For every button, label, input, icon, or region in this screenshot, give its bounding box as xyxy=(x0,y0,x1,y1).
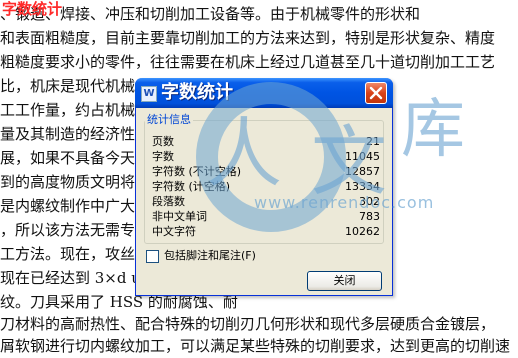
stat-label: 段落数 xyxy=(152,195,185,208)
stat-row-pages: 页数 21 xyxy=(152,135,380,148)
stat-row-chars-no-spaces: 字符数 (不计空格) 12857 xyxy=(152,165,380,178)
doc-line: 和表面粗糙度，目前主要靠切削加工的方法来达到，特别是形状复杂、精度 xyxy=(0,29,496,47)
stat-label: 字符数 (不计空格) xyxy=(152,165,242,178)
stat-label: 字符数 (计空格) xyxy=(152,180,231,193)
stat-row-words: 字数 11045 xyxy=(152,150,380,163)
stat-row-paragraphs: 段落数 302 xyxy=(152,195,380,208)
top-label: 字数统计 xyxy=(2,0,63,18)
stat-value: 13334 xyxy=(345,180,380,193)
word-count-dialog: W 字数统计 统计信息 页数 21 字数 11045 字符数 (不计空格) 12… xyxy=(135,78,393,296)
statistics-group: 统计信息 页数 21 字数 11045 字符数 (不计空格) 12857 字符数… xyxy=(144,113,384,244)
doc-line: 、锻造、焊接、冲压和切削加工设备等。由于机械零件的形状和 xyxy=(0,5,421,23)
stat-row-non-chinese-words: 非中文单词 783 xyxy=(152,210,380,223)
word-document-icon: W xyxy=(141,86,157,102)
close-button[interactable]: 关闭 xyxy=(307,271,382,291)
stat-value: 10262 xyxy=(345,225,380,238)
stat-value: 302 xyxy=(359,195,380,208)
include-footnotes-checkbox[interactable] xyxy=(146,250,159,263)
include-footnotes-label[interactable]: 包括脚注和尾注(F) xyxy=(164,249,256,263)
doc-line: 粗糙度要求小的零件，往往需要在机床上经过几道甚至几十道切削加工工艺 xyxy=(0,53,496,71)
stat-row-chars-with-spaces: 字符数 (计空格) 13334 xyxy=(152,180,380,193)
include-footnotes-option[interactable]: 包括脚注和尾注(F) xyxy=(146,249,346,264)
dialog-titlebar[interactable]: W 字数统计 xyxy=(135,78,393,108)
close-icon[interactable] xyxy=(365,82,387,104)
stat-label: 页数 xyxy=(152,135,174,148)
statistics-group-title: 统计信息 xyxy=(145,113,193,127)
stat-label: 中文字符 xyxy=(152,225,196,238)
stat-row-chinese-chars: 中文字符 10262 xyxy=(152,225,380,238)
stat-value: 11045 xyxy=(345,150,380,163)
stat-value: 12857 xyxy=(345,165,380,178)
stat-value: 783 xyxy=(359,210,380,223)
doc-line: 屑软钢进行切内螺纹加工，可以满足某些特殊的切削要求，达到更高的切削速 xyxy=(0,337,511,355)
dialog-title: 字数统计 xyxy=(161,82,233,103)
doc-line: 刀材料的高耐热性、配合特殊的切削刃几何形状和现代多层硬质合金镀层， xyxy=(0,315,496,333)
stat-label: 字数 xyxy=(152,150,174,163)
stat-value: 21 xyxy=(366,135,380,148)
stat-label: 非中文单词 xyxy=(152,210,207,223)
close-x-icon xyxy=(369,86,383,100)
